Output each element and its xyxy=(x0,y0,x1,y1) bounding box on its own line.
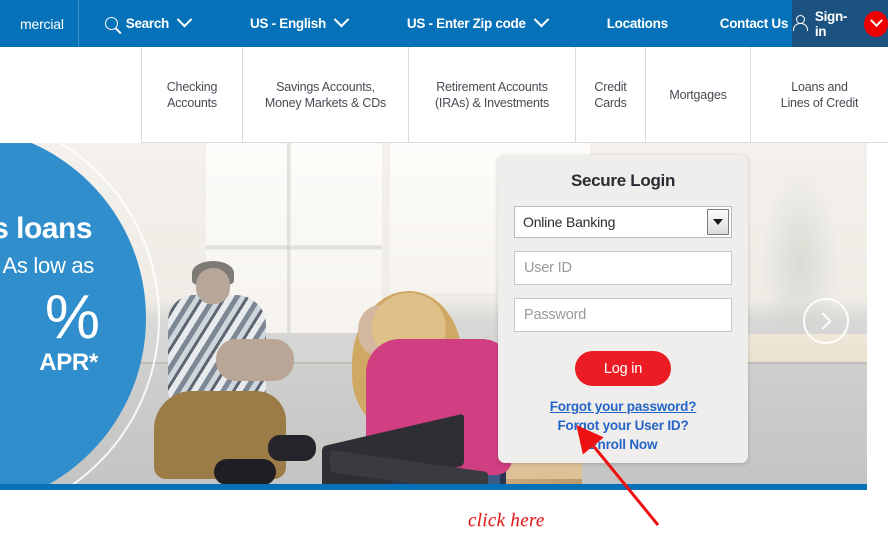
top-nav-label-search: Search xyxy=(125,16,170,31)
product-nav-label-3: Credit Cards xyxy=(594,79,627,110)
product-nav-label-0: Checking Accounts xyxy=(166,79,218,110)
top-nav-item-language[interactable]: US - English xyxy=(246,11,351,31)
hero-subline: As low as xyxy=(2,253,95,278)
product-nav-label-1: Savings Accounts, Money Markets & CDs xyxy=(264,79,387,110)
chevron-down-icon-search xyxy=(176,11,193,27)
sign-in-block[interactable]: Sign-in xyxy=(792,0,888,47)
hero-promo-copy: s loans As low as % APR* xyxy=(0,143,146,484)
select-dropdown-button[interactable] xyxy=(707,209,729,235)
search-icon xyxy=(104,17,118,30)
chevron-down-icon-language xyxy=(333,11,350,27)
product-nav-item-mortgages[interactable]: Mortgages xyxy=(645,47,750,143)
login-fields: Online Banking Log in Forgot your passwo… xyxy=(498,206,748,452)
product-nav-item-credit-cards[interactable]: Credit Cards xyxy=(575,47,645,143)
chevron-right-icon xyxy=(814,312,832,330)
below-hero-content-area xyxy=(0,490,867,548)
top-nav-label-contact-us: Contact Us xyxy=(719,16,789,31)
person-icon xyxy=(792,15,808,32)
top-nav-label-locations: Locations xyxy=(606,16,668,31)
top-nav-item-locations[interactable]: Locations xyxy=(603,16,672,31)
secure-login-card: Secure Login Online Banking Log in Forgo… xyxy=(498,155,748,463)
hero-photo-man-arm xyxy=(216,339,294,381)
login-type-select[interactable]: Online Banking xyxy=(514,206,732,238)
carousel-next-button[interactable] xyxy=(803,298,849,344)
annotation-arrow xyxy=(576,425,660,526)
product-nav-label-4: Mortgages xyxy=(669,87,727,102)
product-nav-item-retirement-accounts[interactable]: Retirement Accounts (IRAs) & Investments xyxy=(408,47,575,143)
hero-headline: s loans xyxy=(0,212,92,245)
login-type-selected-value: Online Banking xyxy=(523,214,616,230)
top-nav-item-contact-us[interactable]: Contact Us xyxy=(716,16,792,31)
top-nav: Search US - English US - Enter Zip code … xyxy=(79,0,792,47)
hero-photo-man-shoe-2 xyxy=(214,459,276,484)
forgot-password-link[interactable]: Forgot your password? xyxy=(514,399,732,414)
hero-photo-man-shoe-1 xyxy=(268,435,316,461)
top-nav-label-language: US - English xyxy=(249,16,326,31)
product-nav-label-5: Loans and Lines of Credit xyxy=(780,79,859,110)
annotation-label: click here xyxy=(468,510,545,531)
password-input[interactable] xyxy=(514,298,732,332)
product-nav-item-loans-lines-of-credit[interactable]: Loans and Lines of Credit xyxy=(750,47,888,143)
secure-login-title: Secure Login xyxy=(570,171,676,190)
sign-in-label: Sign-in xyxy=(814,8,848,39)
chevron-down-icon-zipcode xyxy=(533,11,549,27)
product-nav-spacer xyxy=(0,47,141,143)
product-nav-item-checking-accounts[interactable]: Checking Accounts xyxy=(141,47,242,143)
hero-rate: % xyxy=(44,283,100,352)
sign-in-chevron-down-icon[interactable] xyxy=(864,10,888,37)
brand-tail-label: mercial xyxy=(0,0,79,47)
top-nav-label-zipcode: US - Enter Zip code xyxy=(406,16,526,31)
page-root: mercial Search US - English US - Enter Z… xyxy=(0,0,888,548)
hero-rate-suffix: APR* xyxy=(39,349,98,376)
top-nav-item-zipcode[interactable]: US - Enter Zip code xyxy=(403,11,551,31)
page-right-gutter xyxy=(867,143,888,548)
product-nav-bar: Checking Accounts Savings Accounts, Money … xyxy=(0,47,888,143)
triangle-down-icon xyxy=(713,219,723,225)
hero-photo-man-head xyxy=(196,268,230,304)
user-id-input[interactable] xyxy=(514,251,732,285)
product-nav-item-savings-accounts[interactable]: Savings Accounts, Money Markets & CDs xyxy=(242,47,408,143)
top-utility-bar: mercial Search US - English US - Enter Z… xyxy=(0,0,888,47)
log-in-button[interactable]: Log in xyxy=(575,351,671,386)
product-nav-label-2: Retirement Accounts (IRAs) & Investments xyxy=(434,79,550,110)
top-nav-item-search[interactable]: Search xyxy=(101,11,194,31)
